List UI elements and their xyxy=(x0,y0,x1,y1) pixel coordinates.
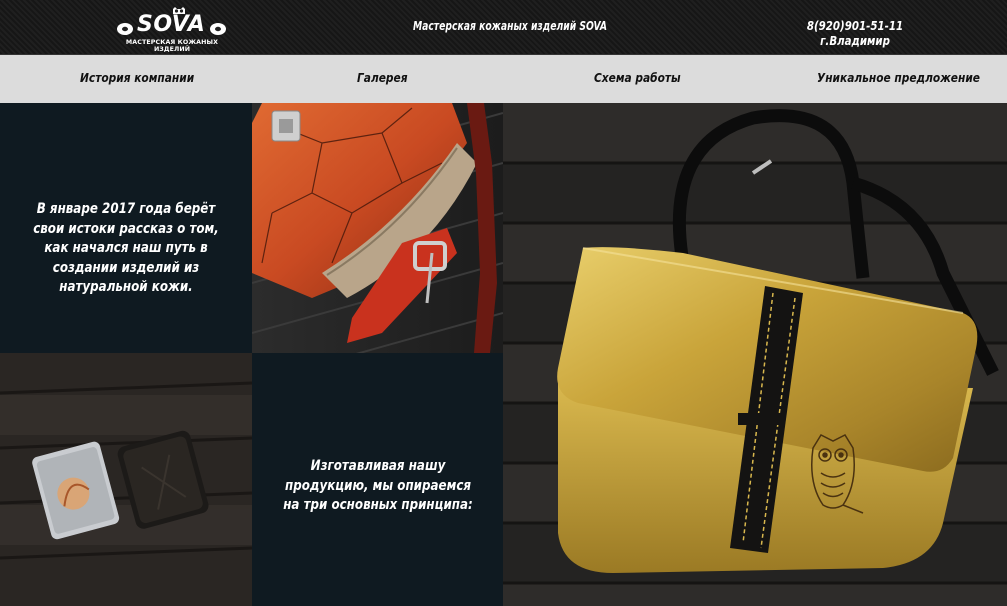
intro-panel: В январе 2017 года берёт свои истоки рас… xyxy=(0,103,252,353)
sova-logo[interactable]: SOVA МАСТЕРСКАЯ КОЖАНЫХ ИЗДЕЛИЙ xyxy=(116,6,228,53)
nav-item-company-history[interactable]: История компании xyxy=(80,70,194,85)
thread-spool-icon xyxy=(117,23,133,35)
logo-subtitle: МАСТЕРСКАЯ КОЖАНЫХ ИЗДЕЛИЙ xyxy=(125,39,219,53)
nav-item-work-scheme[interactable]: Схема работы xyxy=(594,70,681,85)
gold-bag-photo xyxy=(503,103,1007,606)
phone-city[interactable]: 8(920)901-51-11 г.Владимир xyxy=(785,18,924,48)
header-bar: SOVA МАСТЕРСКАЯ КОЖАНЫХ ИЗДЕЛИЙ Мастерск… xyxy=(0,0,1007,55)
nav-item-gallery[interactable]: Галерея xyxy=(357,70,408,85)
main-nav: История компании Галерея Схема работы Ун… xyxy=(0,55,1007,103)
logo-wordmark: SOVA xyxy=(137,12,206,37)
principles-panel: Изготавливая нашу продукцию, мы опираемс… xyxy=(252,353,503,606)
thread-spool-icon xyxy=(210,23,226,35)
lighters-photo xyxy=(0,353,252,606)
orange-bag-photo xyxy=(252,103,503,353)
principles-text: Изготавливая нашу продукцию, мы опираемс… xyxy=(283,458,473,514)
site-title: Мастерская кожаных изделий SOVA xyxy=(412,18,608,33)
nav-item-unique-offer[interactable]: Уникальное предложение xyxy=(817,70,980,85)
intro-text: В январе 2017 года берёт свои истоки рас… xyxy=(33,201,219,296)
